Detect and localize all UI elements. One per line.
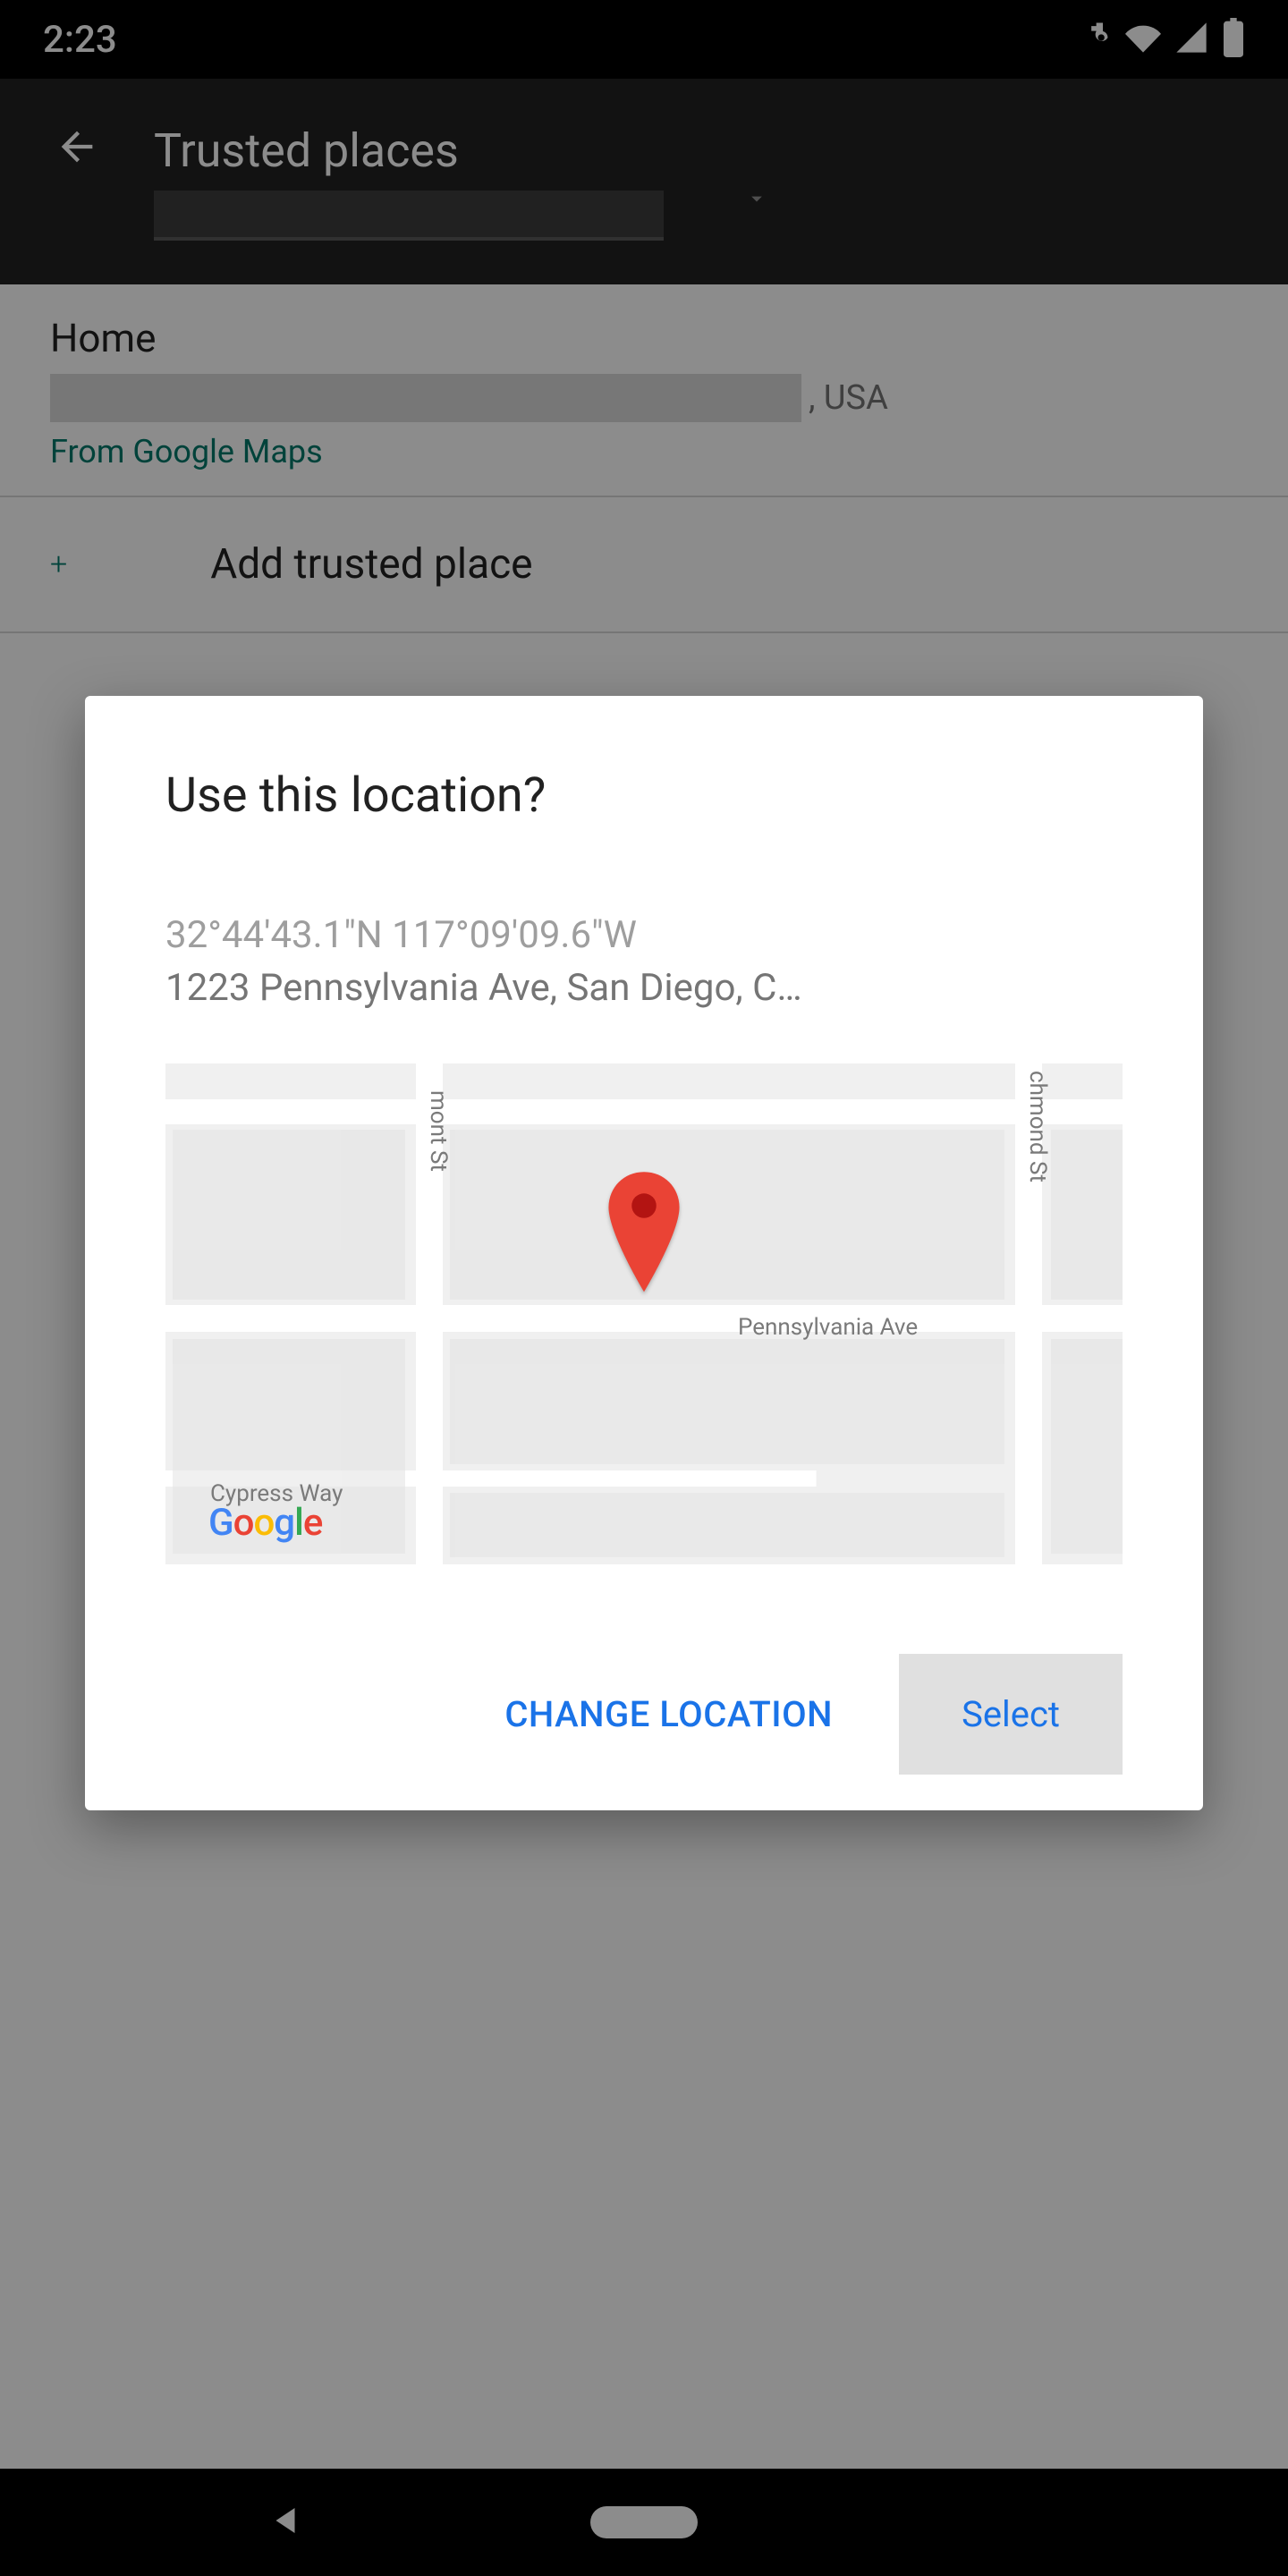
- google-logo: Google: [208, 1501, 322, 1545]
- add-label: Add trusted place: [210, 540, 532, 589]
- app-bar: Trusted places: [0, 79, 1288, 284]
- change-location-button[interactable]: CHANGE LOCATION: [474, 1666, 863, 1762]
- address-redacted: [50, 374, 801, 422]
- map-pin-icon: [606, 1171, 682, 1300]
- trusted-place-item[interactable]: Home , USA From Google Maps: [0, 284, 1288, 497]
- map-label-richmond: chmond St: [1024, 1071, 1051, 1182]
- address-suffix: , USA: [809, 378, 888, 418]
- place-source: From Google Maps: [50, 433, 1238, 470]
- account-redacted[interactable]: [154, 191, 664, 241]
- page-title: Trusted places: [154, 123, 664, 178]
- status-bar: 2:23: [0, 0, 1288, 79]
- chevron-down-icon[interactable]: [744, 186, 769, 215]
- nav-bar: [0, 2469, 1288, 2576]
- dialog-coords: 32°44'43.1"N 117°09'09.6"W: [165, 913, 1123, 957]
- select-button[interactable]: Select: [899, 1654, 1123, 1775]
- nav-back-icon[interactable]: [267, 2502, 304, 2543]
- nav-home-pill[interactable]: [590, 2506, 698, 2538]
- add-trusted-place[interactable]: + Add trusted place: [0, 497, 1288, 633]
- cell-signal-icon: [1174, 20, 1209, 59]
- dialog-address: 1223 Pennsylvania Ave, San Diego, C…: [165, 966, 1123, 1010]
- dialog-title: Use this location?: [165, 767, 1123, 824]
- location-dialog: Use this location? 32°44'43.1"N 117°09'0…: [85, 696, 1203, 1810]
- battery-icon: [1222, 18, 1245, 61]
- place-title: Home: [50, 315, 1238, 361]
- status-time: 2:23: [43, 18, 117, 62]
- status-icons: [1073, 18, 1245, 61]
- map-preview[interactable]: mont St chmond St Pennsylvania Ave Cypre…: [165, 1063, 1123, 1564]
- vpn-key-icon: [1073, 18, 1113, 61]
- plus-icon: +: [50, 547, 67, 582]
- back-arrow-icon[interactable]: [54, 123, 100, 174]
- map-label-pennsylvania: Pennsylvania Ave: [738, 1314, 918, 1341]
- map-label-mont: mont St: [425, 1090, 452, 1172]
- wifi-icon: [1125, 20, 1161, 59]
